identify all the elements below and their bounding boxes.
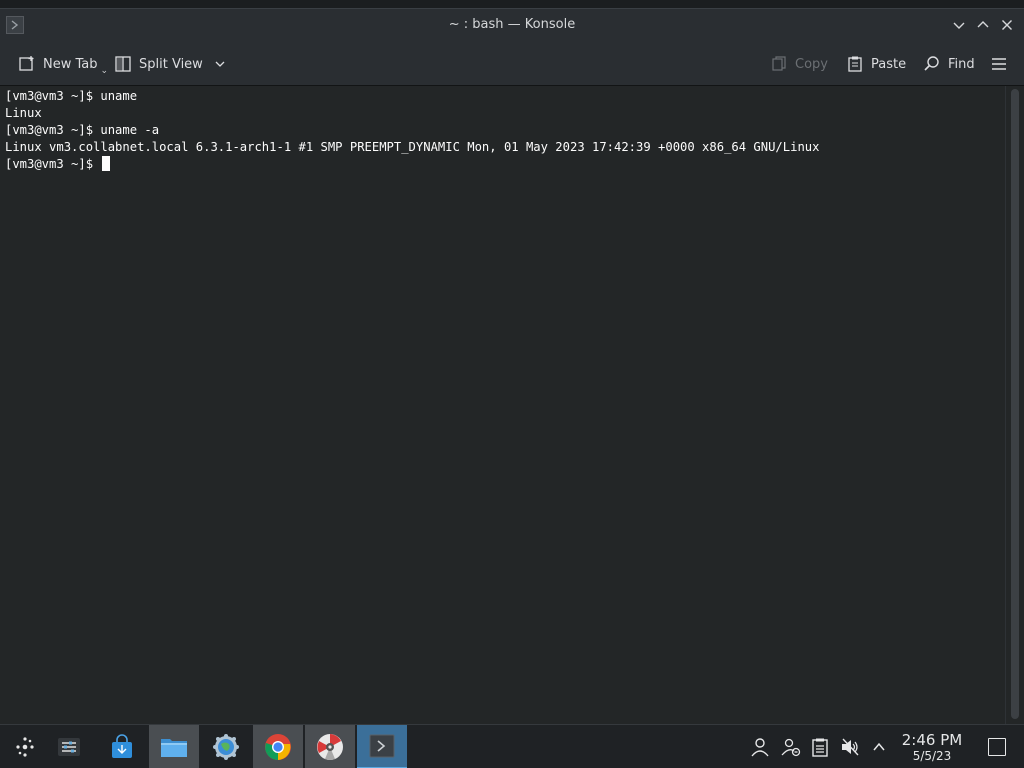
copy-label: Copy — [795, 56, 828, 72]
terminal-prompt-line[interactable]: [vm3@vm3 ~]$ — [5, 156, 1000, 173]
scrollbar-thumb[interactable] — [1011, 89, 1019, 719]
copy-icon — [772, 56, 786, 71]
chevron-up-icon[interactable] — [869, 737, 889, 757]
new-tab-dropdown-icon[interactable]: ⌄ — [101, 66, 109, 76]
user-switch-icon[interactable] — [781, 737, 801, 757]
chevron-down-icon[interactable] — [213, 57, 227, 71]
clipboard-icon[interactable] — [810, 737, 830, 757]
terminal-output[interactable]: [vm3@vm3 ~]$ uname Linux [vm3@vm3 ~]$ un… — [0, 86, 1005, 724]
terminal-line: Linux vm3.collabnet.local 6.3.1-arch1-1 … — [5, 140, 820, 154]
terminal-line: Linux — [5, 106, 42, 120]
split-view-label: Split View — [139, 56, 203, 72]
maximize-icon[interactable] — [972, 14, 994, 36]
store-bag-icon[interactable] — [97, 725, 147, 768]
close-icon[interactable] — [996, 14, 1018, 36]
window-titlebar[interactable]: ~ : bash — Konsole — [0, 8, 1024, 42]
terminal-line: [vm3@vm3 ~]$ uname — [5, 89, 138, 103]
minimize-icon[interactable] — [948, 14, 970, 36]
paste-icon — [848, 56, 862, 72]
terminal-scrollbar[interactable] — [1005, 86, 1024, 724]
show-desktop-icon[interactable] — [988, 738, 1006, 756]
terminal-prompt: [vm3@vm3 ~]$ — [5, 157, 101, 171]
volume-muted-icon[interactable] — [840, 737, 860, 757]
new-tab-button[interactable]: New Tab ⌄ — [14, 51, 112, 77]
chrome-icon[interactable] — [253, 725, 303, 768]
hamburger-menu-icon[interactable] — [986, 51, 1012, 77]
split-view-button[interactable]: Split View — [110, 51, 231, 77]
gear-globe-icon[interactable] — [201, 725, 251, 768]
steam-deck-launcher-icon[interactable] — [0, 725, 50, 768]
paste-label: Paste — [871, 56, 907, 72]
copy-button[interactable]: Copy — [766, 51, 832, 77]
new-tab-label: New Tab — [43, 56, 98, 72]
terminal-icon[interactable] — [357, 725, 407, 768]
folder-icon[interactable] — [149, 725, 199, 768]
find-button[interactable]: Find — [919, 51, 979, 77]
terminal-line: [vm3@vm3 ~]$ uname -a — [5, 123, 160, 137]
user-icon[interactable] — [750, 737, 770, 757]
paste-button[interactable]: Paste — [842, 51, 910, 77]
clock-date: 5/5/23 — [912, 749, 952, 763]
window-title: ~ : bash — Konsole — [448, 17, 576, 32]
sliders-icon[interactable] — [44, 725, 94, 768]
find-label: Find — [948, 56, 975, 72]
disc-icon[interactable] — [305, 725, 355, 768]
taskbar: 2:46 PM 5/5/23 — [0, 724, 1024, 768]
search-icon — [924, 56, 939, 71]
split-view-icon — [115, 56, 131, 72]
konsole-toolbar: New Tab ⌄ Split View Copy Paste Find — [0, 42, 1024, 86]
text-cursor — [102, 156, 111, 171]
clock[interactable]: 2:46 PM 5/5/23 — [896, 731, 968, 764]
new-tab-icon — [19, 56, 34, 71]
clock-time: 2:46 PM — [901, 731, 963, 749]
